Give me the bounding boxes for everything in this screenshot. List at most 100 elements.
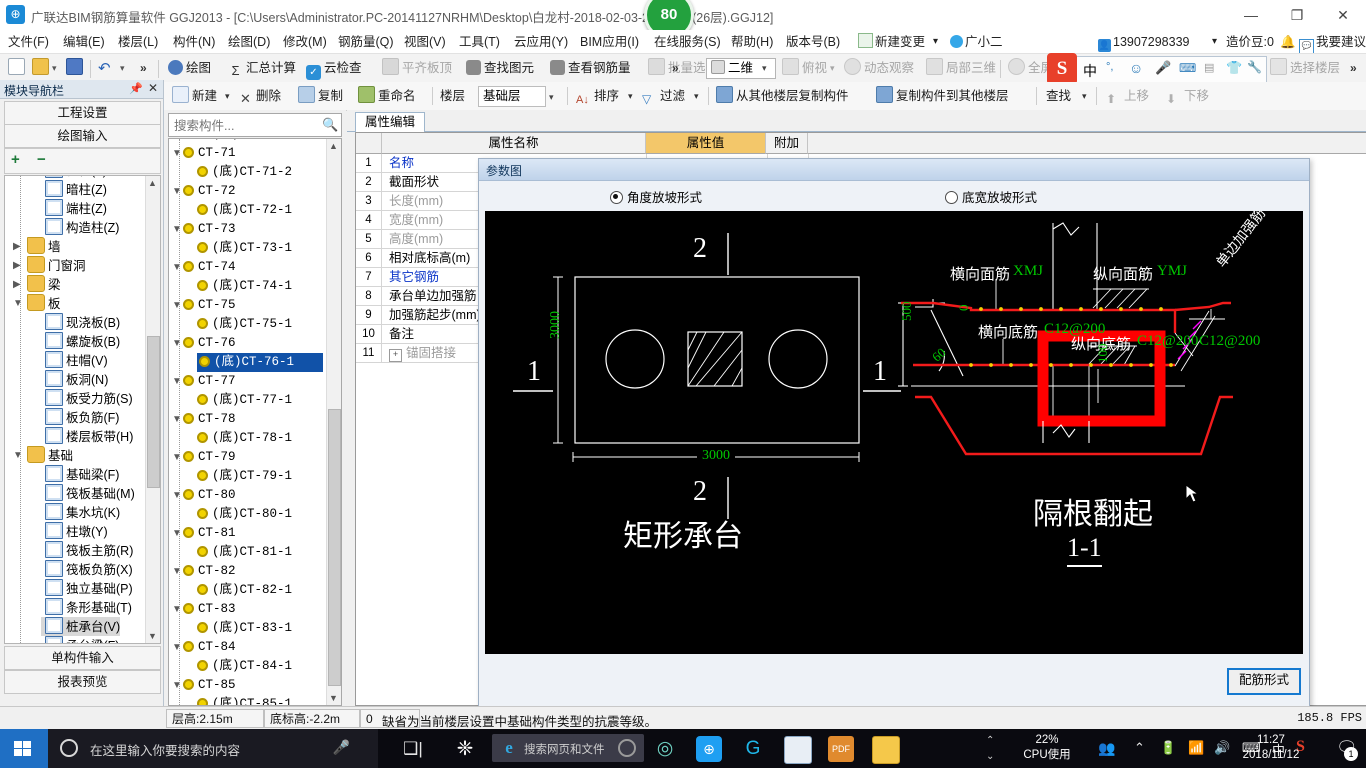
cpu-usage-indicator[interactable]: 22% CPU使用 bbox=[1012, 733, 1082, 763]
module-folder[interactable]: 板 bbox=[27, 294, 61, 313]
chevron-down-icon[interactable]: ▼ bbox=[172, 452, 182, 463]
component-node[interactable]: (底)CT-78-1 bbox=[197, 429, 292, 448]
ime-punctuation-icon[interactable]: °, bbox=[1106, 61, 1113, 73]
browser-search-pill[interactable]: e 搜索网页和文件 bbox=[492, 734, 644, 762]
component-node[interactable]: CT-72 bbox=[183, 182, 236, 201]
pinned-notes-icon[interactable] bbox=[872, 736, 900, 764]
radio-width-slope[interactable]: 底宽放坡形式 bbox=[945, 187, 1037, 206]
module-item[interactable]: 板洞(N) bbox=[45, 370, 108, 389]
btn-single-component-input[interactable]: 单构件输入 bbox=[4, 646, 161, 670]
pinned-app-0-icon[interactable]: ◎ bbox=[652, 736, 678, 762]
component-node[interactable]: (底)CT-83-1 bbox=[197, 619, 292, 638]
undo-caret-icon[interactable]: ▾ bbox=[120, 58, 125, 79]
task-view-icon[interactable]: ❑| bbox=[400, 736, 426, 762]
module-item[interactable]: 筏板主筋(R) bbox=[45, 541, 133, 560]
component-node[interactable]: CT-77 bbox=[183, 372, 236, 391]
new-change-button[interactable]: 新建变更 bbox=[858, 33, 925, 51]
filter-caret-icon[interactable]: ▾ bbox=[694, 86, 699, 107]
menu-version[interactable]: 版本号(B) bbox=[786, 33, 840, 51]
component-node[interactable]: CT-78 bbox=[183, 410, 236, 429]
component-node[interactable]: CT-74 bbox=[183, 258, 236, 277]
start-button[interactable] bbox=[0, 729, 48, 768]
chevron-down-icon[interactable]: ▼ bbox=[172, 186, 182, 197]
price-beans[interactable]: 造价豆:0 bbox=[1226, 33, 1274, 51]
component-node[interactable]: CT-79 bbox=[183, 448, 236, 467]
module-item[interactable]: 板受力筋(S) bbox=[45, 389, 133, 408]
tool-draw[interactable]: 绘图 bbox=[168, 58, 211, 79]
chevron-down-icon[interactable]: ▼ bbox=[172, 490, 182, 501]
btn-copy-to-other-floor[interactable]: 复制构件到其他楼层 bbox=[876, 86, 1009, 107]
search-input[interactable] bbox=[172, 116, 314, 135]
find-caret-icon[interactable]: ▾ bbox=[1082, 86, 1087, 107]
module-item[interactable]: 楼层板带(H) bbox=[45, 427, 133, 446]
module-item[interactable]: 集水坑(K) bbox=[45, 503, 120, 522]
ime-settings-icon[interactable]: 🔧 bbox=[1247, 60, 1262, 74]
menu-bim[interactable]: BIM应用(I) bbox=[580, 33, 639, 51]
ime-toolbar[interactable]: S 中 °, ☺ 🎤 ⌨ ▤ 👕 🔧 bbox=[1047, 53, 1267, 85]
menu-tools[interactable]: 工具(T) bbox=[459, 33, 500, 51]
scroll-thumb[interactable] bbox=[147, 336, 160, 488]
component-node[interactable]: (底)CT-80-1 bbox=[197, 505, 292, 524]
new-component-caret-icon[interactable]: ▾ bbox=[225, 86, 230, 107]
module-tree[interactable]: 框柱(Z)暗柱(Z)端柱(Z)构造柱(Z)墙▶门窗洞▶梁▶板▼现浇板(B)螺旋板… bbox=[4, 175, 161, 644]
module-item[interactable]: 筏板基础(M) bbox=[45, 484, 135, 503]
close-button[interactable]: ✕ bbox=[1320, 0, 1366, 30]
chevron-down-icon[interactable]: ▼ bbox=[172, 376, 182, 387]
pinned-pdf-icon[interactable]: PDF bbox=[828, 736, 854, 762]
module-item[interactable]: 承台梁(F) bbox=[45, 636, 119, 643]
apps-icon[interactable]: ❈ bbox=[452, 736, 478, 762]
wifi-icon[interactable]: 📶 bbox=[1188, 740, 1204, 756]
component-node[interactable]: (底)CT-82-1 bbox=[197, 581, 292, 600]
menu-floor[interactable]: 楼层(L) bbox=[118, 33, 158, 51]
search-icon[interactable]: 🔍 bbox=[322, 117, 338, 133]
chevron-down-icon[interactable]: ▼ bbox=[172, 148, 182, 159]
toolbar-overflow-mid-icon[interactable]: » bbox=[672, 61, 679, 75]
menu-cloud[interactable]: 云应用(Y) bbox=[514, 33, 568, 51]
component-node[interactable]: CT-85 bbox=[183, 676, 236, 695]
component-node[interactable]: CT-84 bbox=[183, 638, 236, 657]
tool-summary-calc[interactable]: Σ 汇总计算 bbox=[228, 58, 296, 79]
save-icon[interactable] bbox=[66, 58, 86, 79]
chevron-down-icon[interactable]: ▼ bbox=[172, 224, 182, 235]
menu-help[interactable]: 帮助(H) bbox=[731, 33, 773, 51]
undo-icon[interactable]: ↶ bbox=[98, 58, 111, 79]
ime-tools-icon[interactable]: ▤ bbox=[1204, 61, 1214, 74]
chevron-up-icon[interactable]: ⌃ bbox=[1134, 740, 1145, 756]
comp-scroll-thumb[interactable] bbox=[328, 409, 341, 686]
module-panel-close-icon[interactable]: ✕ bbox=[148, 81, 158, 95]
collapse-all-icon[interactable]: − bbox=[37, 151, 46, 168]
menu-file[interactable]: 文件(F) bbox=[8, 33, 49, 51]
scroll-up-icon[interactable]: ▲ bbox=[148, 178, 157, 188]
pin-icon[interactable]: 📌 bbox=[129, 82, 143, 95]
chevron-down-icon[interactable]: ▼ bbox=[13, 298, 23, 309]
component-node[interactable]: (底)CT-77-1 bbox=[197, 391, 292, 410]
module-item[interactable]: 基础梁(F) bbox=[45, 465, 119, 484]
component-node[interactable]: (底)CT-71-2 bbox=[197, 163, 292, 182]
scroll-down-icon[interactable]: ▼ bbox=[148, 631, 157, 641]
module-folder[interactable]: 基础 bbox=[27, 446, 73, 465]
component-node[interactable]: (底)CT-81-1 bbox=[197, 543, 292, 562]
tool-view-rebar-qty[interactable]: 查看钢筋量 bbox=[550, 58, 631, 79]
tab-property-edit[interactable]: 属性编辑 bbox=[355, 112, 426, 133]
component-node[interactable]: (底)CT-74-1 bbox=[197, 277, 292, 296]
pinned-ggj-icon[interactable]: ⊕ bbox=[696, 736, 722, 762]
menu-view[interactable]: 视图(V) bbox=[404, 33, 446, 51]
btn-filter[interactable]: ▽ 过滤 bbox=[642, 86, 685, 107]
toolbar-overflow-left-icon[interactable]: » bbox=[140, 61, 147, 75]
module-tree-scrollbar[interactable]: ▲ ▼ bbox=[145, 176, 160, 643]
action-center-button[interactable]: 🗨 1 bbox=[1336, 737, 1360, 761]
taskbar-clock[interactable]: 11:27 2018/11/12 bbox=[1228, 733, 1314, 763]
module-item[interactable]: 构造柱(Z) bbox=[45, 218, 119, 237]
component-tree-scrollbar[interactable]: ▲ ▼ bbox=[326, 139, 341, 705]
ime-skin-icon[interactable]: 👕 bbox=[1226, 60, 1242, 76]
component-node[interactable]: CT-75 bbox=[183, 296, 236, 315]
open-file-caret-icon[interactable]: ▾ bbox=[52, 58, 57, 79]
maximize-button[interactable]: ❐ bbox=[1274, 0, 1320, 30]
chevron-down-icon[interactable]: ▼ bbox=[172, 262, 182, 273]
tool-cloud-check[interactable]: ✓ 云检查 bbox=[306, 58, 362, 80]
people-icon[interactable]: 👥 bbox=[1098, 740, 1115, 757]
open-file-icon[interactable] bbox=[32, 58, 52, 79]
ime-lang-icon[interactable]: 中 bbox=[1083, 61, 1097, 81]
chevron-down-icon[interactable]: ▼ bbox=[172, 680, 182, 691]
component-node[interactable]: CT-83 bbox=[183, 600, 236, 619]
